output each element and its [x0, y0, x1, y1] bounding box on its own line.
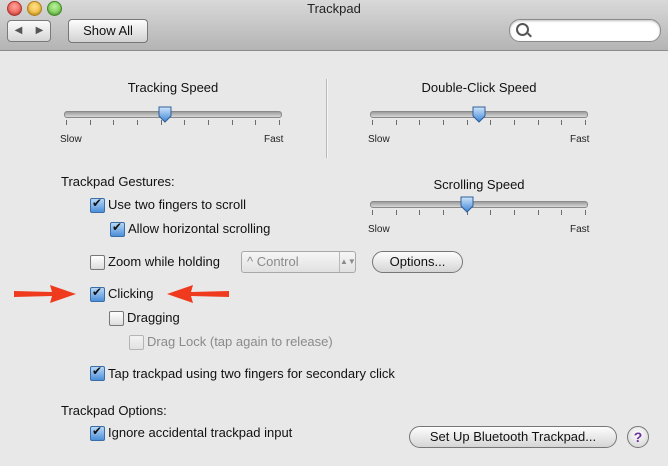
slider-tick	[113, 120, 114, 125]
zoom-holding-label: Zoom while holding	[108, 254, 221, 269]
slider-tick	[396, 210, 397, 215]
search-icon	[516, 23, 529, 36]
slider-thumb[interactable]	[472, 106, 486, 123]
two-finger-scroll-checkbox[interactable]	[90, 196, 105, 213]
options-section-title: Trackpad Options:	[61, 403, 167, 418]
show-all-button[interactable]: Show All	[68, 19, 148, 43]
scrolling-speed-slider[interactable]	[370, 196, 588, 220]
slider-thumb[interactable]	[158, 106, 172, 123]
slider-tick	[255, 120, 256, 125]
tracking-fast-label: Fast	[264, 134, 284, 145]
clicking-checkbox[interactable]	[90, 285, 105, 302]
double-click-slow-label: Slow	[368, 134, 390, 145]
zoom-modifier-value: ^ Control	[247, 254, 299, 269]
forward-button[interactable]: ▶	[29, 20, 51, 42]
tracking-slow-label: Slow	[60, 134, 82, 145]
tracking-speed-label: Tracking Speed	[127, 80, 219, 95]
slider-tick	[208, 120, 209, 125]
slider-tick	[66, 120, 67, 125]
back-arrow-icon: ◀	[14, 25, 23, 36]
ignore-accidental-checkbox[interactable]	[90, 424, 105, 441]
slider-tick	[443, 210, 444, 215]
help-button[interactable]: ?	[627, 426, 649, 448]
slider-tick	[137, 120, 138, 125]
slider-tick	[419, 210, 420, 215]
slider-tick	[232, 120, 233, 125]
slider-track	[64, 111, 282, 118]
drag-lock-label: Drag Lock (tap again to release)	[147, 334, 333, 349]
slider-tick	[538, 120, 539, 125]
scrolling-fast-label: Fast	[570, 224, 590, 235]
slider-tick	[467, 120, 468, 125]
annotation-arrow-left-icon	[165, 284, 231, 304]
annotation-arrow-right-shape	[14, 285, 76, 303]
slider-tick	[514, 120, 515, 125]
secondary-click-checkbox[interactable]	[90, 364, 105, 381]
forward-arrow-icon: ▶	[35, 25, 44, 36]
tracking-speed-slider[interactable]	[64, 106, 282, 130]
horizontal-scroll-label: Allow horizontal scrolling	[128, 221, 271, 236]
secondary-click-label: Tap trackpad using two fingers for secon…	[108, 366, 395, 381]
double-click-speed-label: Double-Click Speed	[421, 80, 537, 95]
setup-bluetooth-trackpad-button[interactable]: Set Up Bluetooth Trackpad...	[409, 426, 617, 448]
slider-tick	[396, 120, 397, 125]
slider-tick	[561, 120, 562, 125]
annotation-arrow-right-icon	[12, 284, 78, 304]
slider-tick	[490, 210, 491, 215]
dragging-checkbox[interactable]	[109, 311, 124, 326]
drag-lock-checkbox	[129, 335, 144, 350]
slider-tick	[538, 210, 539, 215]
slider-tick	[490, 120, 491, 125]
horizontal-scroll-checkbox[interactable]	[110, 220, 125, 237]
clicking-label: Clicking	[108, 286, 154, 301]
slider-tick	[585, 210, 586, 215]
window-title: Trackpad	[307, 1, 361, 16]
scrolling-slow-label: Slow	[368, 224, 390, 235]
slider-tick	[514, 210, 515, 215]
dragging-label: Dragging	[127, 310, 180, 325]
section-divider	[326, 79, 328, 158]
slider-tick	[561, 210, 562, 215]
slider-tick	[372, 210, 373, 215]
slider-tick	[443, 120, 444, 125]
slider-tick	[279, 120, 280, 125]
search-field[interactable]	[509, 19, 661, 42]
double-click-fast-label: Fast	[570, 134, 590, 145]
slider-tick	[585, 120, 586, 125]
back-button[interactable]: ◀	[7, 20, 30, 42]
slider-thumb[interactable]	[460, 196, 474, 213]
scrolling-speed-label: Scrolling Speed	[433, 177, 525, 192]
slider-tick	[184, 120, 185, 125]
zoom-modifier-popup[interactable]: ^ Control ▲▼	[241, 251, 356, 273]
ignore-accidental-label: Ignore accidental trackpad input	[108, 425, 293, 440]
search-input[interactable]	[534, 22, 656, 40]
annotation-arrow-left-shape	[167, 285, 229, 303]
popup-arrows-icon: ▲▼	[339, 252, 356, 272]
slider-track	[370, 201, 588, 208]
slider-tick	[90, 120, 91, 125]
gestures-section-title: Trackpad Gestures:	[61, 174, 175, 189]
two-finger-scroll-label: Use two fingers to scroll	[108, 197, 246, 212]
slider-tick	[419, 120, 420, 125]
zoom-options-button[interactable]: Options...	[372, 251, 463, 273]
slider-tick	[372, 120, 373, 125]
double-click-speed-slider[interactable]	[370, 106, 588, 130]
zoom-holding-checkbox[interactable]	[90, 255, 105, 270]
